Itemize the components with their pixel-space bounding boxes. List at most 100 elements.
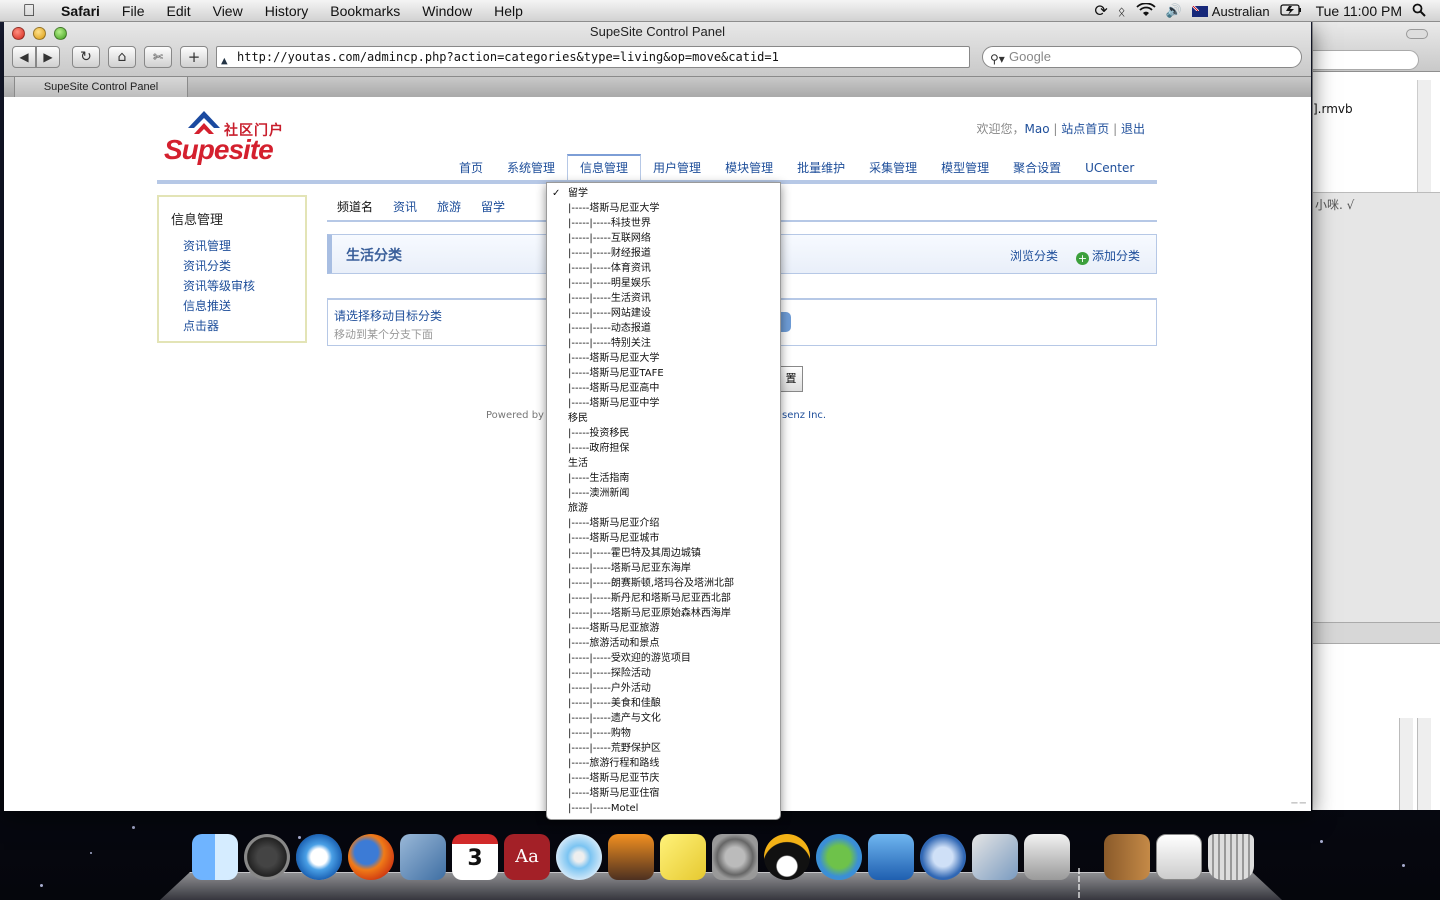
dropdown-option[interactable]: |-----塔斯马尼亚大学: [547, 351, 780, 366]
menu-help[interactable]: Help: [483, 0, 534, 22]
dropdown-option[interactable]: |-----|-----互联网络: [547, 231, 780, 246]
dashboard-icon[interactable]: [244, 834, 290, 880]
site-home-link[interactable]: 站点首页: [1061, 122, 1109, 136]
background-scrollbar-3[interactable]: [1417, 718, 1431, 810]
sidebar-item-news-management[interactable]: 资讯管理: [183, 236, 305, 256]
dropdown-option[interactable]: |-----|-----朗赛斯顿,塔玛谷及塔洲北部: [547, 576, 780, 591]
mail-icon[interactable]: [400, 834, 446, 880]
toolbar-toggle-button[interactable]: [1406, 29, 1428, 39]
add-bookmark-button[interactable]: +: [180, 46, 208, 68]
bluetooth-icon[interactable]: ᛟ: [1118, 4, 1126, 19]
quicktime-icon[interactable]: [920, 834, 966, 880]
reset-button[interactable]: 置: [779, 366, 803, 392]
nav-ucenter[interactable]: UCenter: [1073, 154, 1146, 182]
address-book-icon[interactable]: [1104, 834, 1150, 880]
channel-tab-study[interactable]: 留学: [471, 194, 515, 220]
nav-models[interactable]: 模型管理: [929, 154, 1001, 182]
dropdown-option[interactable]: |-----|-----荒野保护区: [547, 741, 780, 756]
dropdown-option[interactable]: |-----|-----霍巴特及其周边城镇: [547, 546, 780, 561]
dropdown-option[interactable]: |-----塔斯马尼亚旅游: [547, 621, 780, 636]
system-preferences-icon[interactable]: [712, 834, 758, 880]
wifi-icon[interactable]: [1135, 2, 1156, 20]
dropdown-option[interactable]: |-----|-----动态报道: [547, 321, 780, 336]
search-field[interactable]: ⚲▾ Google: [982, 46, 1302, 68]
input-source-menu[interactable]: Australian: [1191, 4, 1270, 19]
sidebar-item-push[interactable]: 信息推送: [183, 296, 305, 316]
dropdown-option[interactable]: |-----|-----Motel: [547, 801, 780, 816]
dropdown-option[interactable]: |-----投资移民: [547, 426, 780, 441]
clock[interactable]: Tue 11:00 PM: [1316, 3, 1402, 19]
nav-collect[interactable]: 采集管理: [857, 154, 929, 182]
word-icon[interactable]: [868, 834, 914, 880]
dropdown-option[interactable]: 移民: [547, 411, 780, 426]
photobooth-icon[interactable]: [608, 834, 654, 880]
dropdown-option[interactable]: |-----塔斯马尼亚住宿: [547, 786, 780, 801]
dropdown-option[interactable]: |-----|-----遗产与文化: [547, 711, 780, 726]
dropdown-option[interactable]: |-----|-----美食和佳酿: [547, 696, 780, 711]
nav-home[interactable]: 首页: [447, 154, 495, 182]
nav-users[interactable]: 用户管理: [641, 154, 713, 182]
volume-icon[interactable]: 🔊: [1166, 3, 1182, 19]
spotlight-icon[interactable]: [1412, 3, 1426, 20]
background-search-field[interactable]: [1313, 50, 1419, 70]
dictionary-icon[interactable]: Aa: [504, 834, 550, 880]
itunes-icon[interactable]: [556, 834, 602, 880]
safari-icon[interactable]: [296, 834, 342, 880]
dropdown-option[interactable]: |-----|-----塔斯马尼亚原始森林西海岸: [547, 606, 780, 621]
dropdown-option[interactable]: |-----|-----体育资讯: [547, 261, 780, 276]
preview-icon[interactable]: [972, 834, 1018, 880]
trash-icon[interactable]: [1208, 834, 1254, 880]
dropdown-option[interactable]: |-----塔斯马尼亚中学: [547, 396, 780, 411]
grab-icon[interactable]: [1024, 834, 1070, 880]
menu-bookmarks[interactable]: Bookmarks: [319, 0, 411, 22]
dropdown-option[interactable]: |-----|-----财经报道: [547, 246, 780, 261]
firefox-icon[interactable]: [348, 834, 394, 880]
ical-icon[interactable]: 3: [452, 834, 498, 880]
sidebar-item-clicker[interactable]: 点击器: [183, 316, 305, 336]
channel-tab-travel[interactable]: 旅游: [427, 194, 471, 220]
tab-supesite[interactable]: SupeSite Control Panel: [14, 77, 188, 97]
dropdown-option[interactable]: |-----塔斯马尼亚TAFE: [547, 366, 780, 381]
battery-icon[interactable]: [1279, 3, 1302, 19]
stickies-icon[interactable]: [660, 834, 706, 880]
background-window-lower[interactable]: [1312, 718, 1440, 810]
background-window[interactable]: ].rmvb 小咪. √: [1312, 22, 1440, 718]
browse-categories-link[interactable]: 浏览分类: [1010, 247, 1058, 265]
dropdown-option[interactable]: |-----|-----购物: [547, 726, 780, 741]
forward-button[interactable]: ▶: [36, 46, 60, 68]
sidebar-item-level-review[interactable]: 资讯等级审核: [183, 276, 305, 296]
dropdown-option[interactable]: |-----塔斯马尼亚介绍: [547, 516, 780, 531]
sync-icon[interactable]: ⟳: [1094, 1, 1107, 21]
username-link[interactable]: Mao: [1025, 122, 1050, 136]
supesite-logo[interactable]: 社区门户 Supesite: [164, 106, 304, 172]
dropdown-option[interactable]: |-----|-----明星娱乐: [547, 276, 780, 291]
nav-info-management[interactable]: 信息管理: [567, 154, 642, 182]
dropdown-option[interactable]: |-----生活指南: [547, 471, 780, 486]
dropdown-option[interactable]: |-----旅游活动和景点: [547, 636, 780, 651]
dropdown-option[interactable]: |-----|-----户外活动: [547, 681, 780, 696]
dropdown-option-selected[interactable]: 留学: [547, 186, 780, 201]
background-scrollbar-2[interactable]: [1399, 718, 1413, 810]
finder-icon[interactable]: [192, 834, 238, 880]
dropdown-option[interactable]: |-----|-----生活资讯: [547, 291, 780, 306]
home-button[interactable]: ⌂: [108, 46, 136, 68]
dropdown-option[interactable]: |-----|-----受欢迎的游览项目: [547, 651, 780, 666]
menu-view[interactable]: View: [202, 0, 254, 22]
channel-tab-news[interactable]: 资讯: [383, 194, 427, 220]
dropdown-option[interactable]: 旅游: [547, 501, 780, 516]
sidebar-item-news-categories[interactable]: 资讯分类: [183, 256, 305, 276]
menu-edit[interactable]: Edit: [155, 0, 201, 22]
menu-window[interactable]: Window: [411, 0, 483, 22]
nav-system[interactable]: 系统管理: [495, 154, 567, 182]
category-dropdown-list[interactable]: 留学|-----塔斯马尼亚大学|-----|-----科技世界|-----|--…: [546, 182, 781, 820]
apple-menu-icon[interactable]: : [18, 0, 40, 22]
dropdown-option[interactable]: |-----|-----塔斯马尼亚东海岸: [547, 561, 780, 576]
dropdown-option[interactable]: |-----塔斯马尼亚大学: [547, 201, 780, 216]
msn-icon[interactable]: [816, 834, 862, 880]
address-bar[interactable]: ▲ http://youtas.com/admincp.php?action=c…: [216, 46, 970, 68]
dropdown-option[interactable]: |-----|-----特别关注: [547, 336, 780, 351]
nav-aggregate[interactable]: 聚合设置: [1001, 154, 1073, 182]
back-button[interactable]: ◀: [12, 46, 36, 68]
dropdown-option[interactable]: |-----政府担保: [547, 441, 780, 456]
nav-modules[interactable]: 模块管理: [713, 154, 785, 182]
